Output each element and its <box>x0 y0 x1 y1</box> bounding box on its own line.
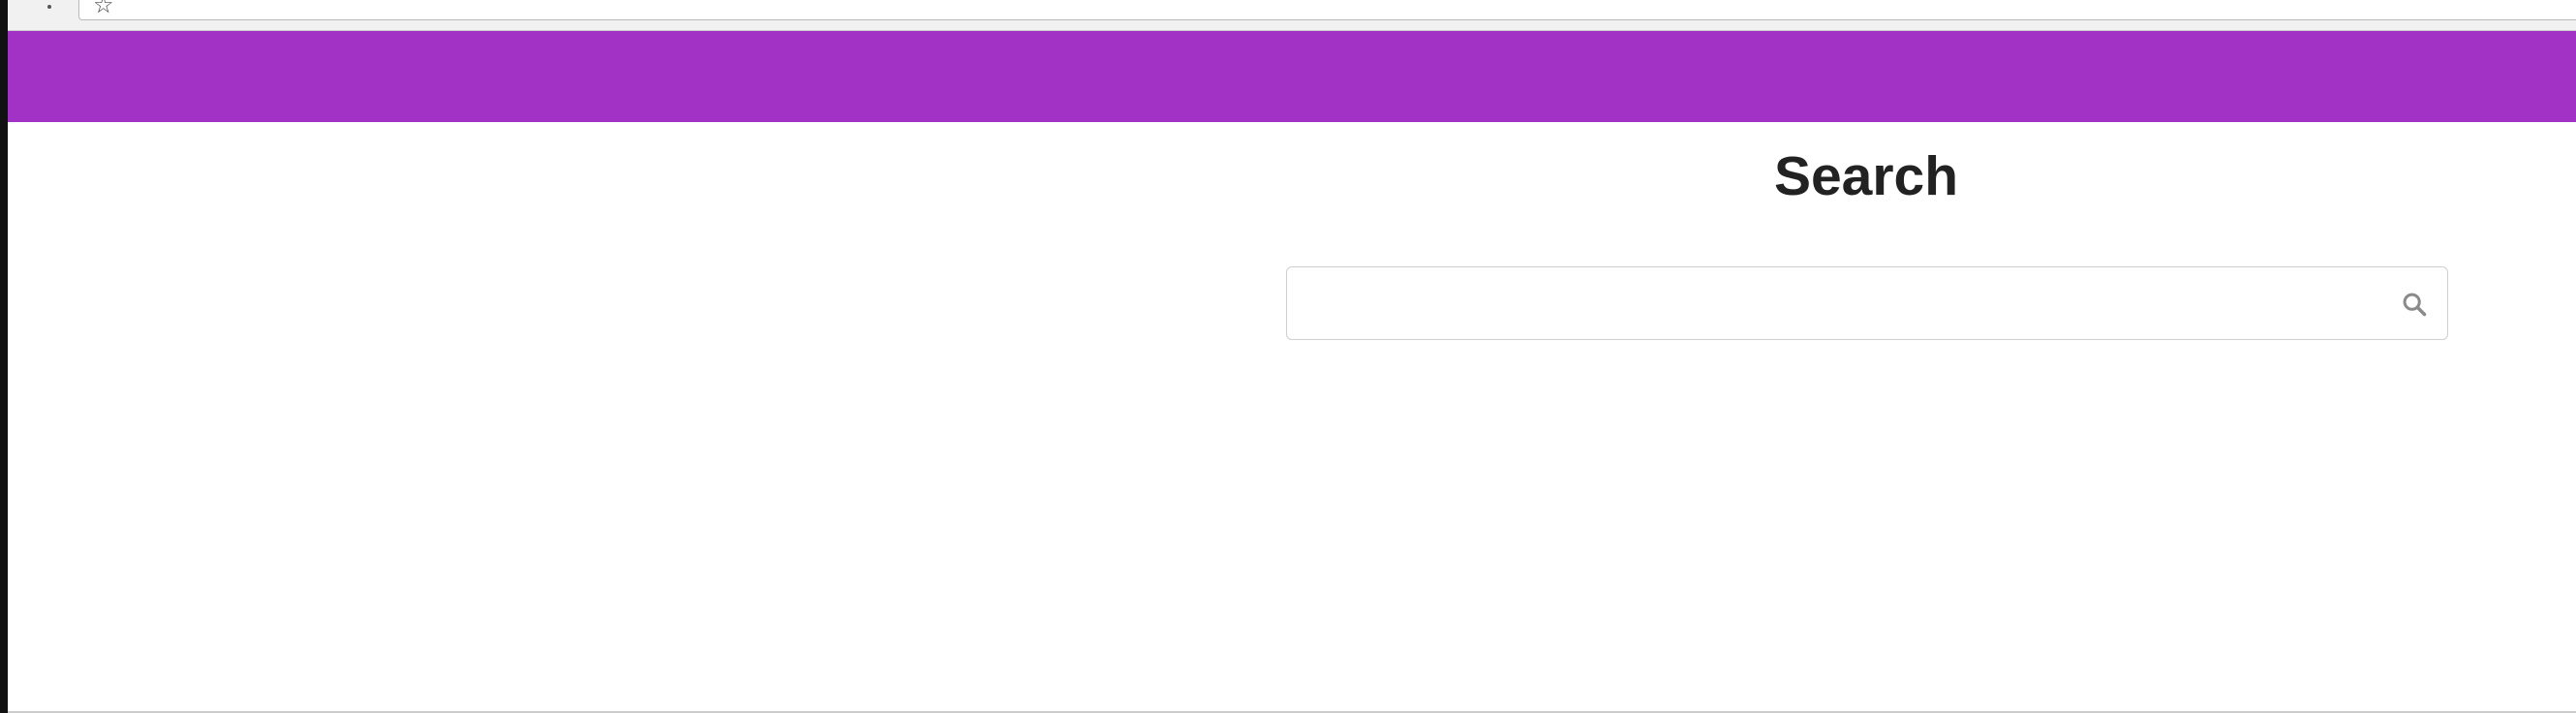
browser-menu-icon[interactable] <box>43 0 56 14</box>
browser-toolbar: ☆ <box>8 0 2576 31</box>
star-icon[interactable]: ☆ <box>93 0 114 16</box>
search-box[interactable] <box>1286 266 2448 340</box>
page-title: Search <box>1773 145 1959 207</box>
window-left-edge <box>0 0 8 713</box>
site-header-band <box>8 31 2576 122</box>
address-bar[interactable]: ☆ <box>78 0 2576 20</box>
search-icon[interactable] <box>2401 291 2428 318</box>
search-input[interactable] <box>1297 277 2366 331</box>
